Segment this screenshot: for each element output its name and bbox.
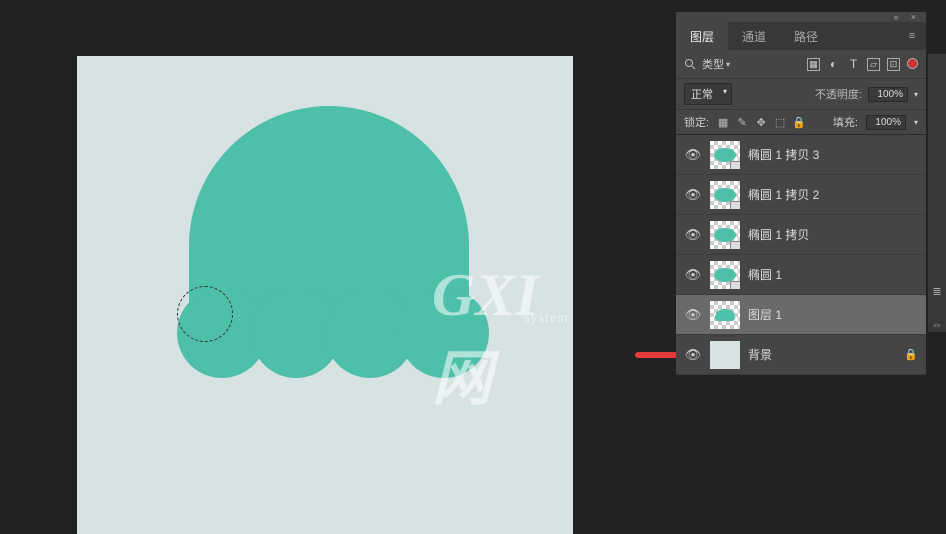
lock-brush-icon[interactable]: ✎ xyxy=(736,116,748,128)
layer-name[interactable]: 背景 xyxy=(748,346,772,363)
search-icon xyxy=(684,58,696,70)
layer-filter-row: 类型 ▾ ▦ ◐ T ▱ ⊡ xyxy=(676,50,926,79)
layer-thumbnail[interactable] xyxy=(710,141,740,169)
filter-color-dot[interactable] xyxy=(907,58,918,69)
dock-icon-1[interactable]: ≣ xyxy=(930,284,944,298)
tab-paths[interactable]: 路径 xyxy=(780,22,832,50)
layer-row[interactable]: 👁 椭圆 1 拷贝 2 xyxy=(676,175,926,215)
layer-name[interactable]: 图层 1 xyxy=(748,306,782,323)
lock-transparency-icon[interactable]: ▦ xyxy=(717,116,729,128)
visibility-toggle[interactable]: 👁 xyxy=(684,147,702,163)
visibility-toggle[interactable]: 👁 xyxy=(684,307,702,323)
visibility-toggle[interactable]: 👁 xyxy=(684,187,702,203)
lock-icons: ▦ ✎ ✥ ⬚ 🔒 xyxy=(717,116,805,128)
lock-row: 锁定: ▦ ✎ ✥ ⬚ 🔒 填充: 100% ▾ xyxy=(676,110,926,135)
panel-collapse-icon[interactable]: « xyxy=(894,12,899,22)
side-dock: ≣ ⇔ xyxy=(928,54,946,332)
blend-mode-dropdown[interactable]: 正常 ▾ xyxy=(684,83,732,105)
dock-icon-2[interactable]: ⇔ xyxy=(930,318,944,332)
filter-type-label: 类型 xyxy=(702,56,724,72)
layer-row[interactable]: 👁 椭圆 1 拷贝 3 xyxy=(676,135,926,175)
watermark-large: GXI网 xyxy=(432,261,573,417)
visibility-toggle[interactable]: 👁 xyxy=(684,227,702,243)
filter-pixel-icon[interactable]: ▦ xyxy=(807,58,820,71)
blend-mode-value: 正常 xyxy=(691,89,713,101)
visibility-toggle[interactable]: 👁 xyxy=(684,347,702,363)
cloud-dome xyxy=(189,106,469,316)
panel-topbar: « × xyxy=(676,12,926,22)
opacity-label: 不透明度: xyxy=(815,86,862,102)
layer-thumbnail[interactable] xyxy=(710,221,740,249)
layer-name[interactable]: 椭圆 1 拷贝 3 xyxy=(748,146,819,163)
chevron-down-icon: ▾ xyxy=(726,60,730,69)
layer-thumbnail[interactable] xyxy=(710,261,740,289)
layer-row[interactable]: 👁 椭圆 1 xyxy=(676,255,926,295)
canvas[interactable]: GXI网 system.com xyxy=(77,56,573,534)
layer-thumbnail[interactable] xyxy=(710,341,740,369)
marquee-selection[interactable] xyxy=(177,286,233,342)
panel-tabs: 图层 通道 路径 ≡ xyxy=(676,22,926,50)
panel-menu-icon[interactable]: ≡ xyxy=(898,22,926,50)
layer-row-selected[interactable]: 👁 图层 1 xyxy=(676,295,926,335)
chevron-down-icon[interactable]: ▾ xyxy=(914,118,918,127)
tab-layers[interactable]: 图层 xyxy=(676,22,728,50)
chevron-down-icon: ▾ xyxy=(723,87,727,96)
blend-row: 正常 ▾ 不透明度: 100% ▾ xyxy=(676,79,926,110)
tab-channels[interactable]: 通道 xyxy=(728,22,780,50)
lock-artboard-icon[interactable]: ⬚ xyxy=(774,116,786,128)
lock-icon: 🔒 xyxy=(904,348,918,361)
layer-row-background[interactable]: 👁 背景 🔒 xyxy=(676,335,926,375)
layer-list: 👁 椭圆 1 拷贝 3 👁 椭圆 1 拷贝 2 👁 椭圆 1 拷贝 👁 椭圆 1… xyxy=(676,135,926,375)
layers-panel: « × 图层 通道 路径 ≡ 类型 ▾ ▦ ◐ T ▱ ⊡ 正常 ▾ 不透明度:… xyxy=(676,12,926,375)
fill-input[interactable]: 100% xyxy=(866,115,906,130)
watermark-small: system.com xyxy=(524,311,573,327)
layer-row[interactable]: 👁 椭圆 1 拷贝 xyxy=(676,215,926,255)
filter-type-dropdown[interactable]: 类型 ▾ xyxy=(702,56,756,72)
layer-name[interactable]: 椭圆 1 拷贝 2 xyxy=(748,186,819,203)
filter-shape-icon[interactable]: ▱ xyxy=(867,58,880,71)
lock-label: 锁定: xyxy=(684,114,709,130)
filter-adjust-icon[interactable]: ◐ xyxy=(827,58,840,71)
filter-smart-icon[interactable]: ⊡ xyxy=(887,58,900,71)
panel-close-icon[interactable]: × xyxy=(911,12,916,22)
chevron-down-icon[interactable]: ▾ xyxy=(914,90,918,99)
lock-all-icon[interactable]: 🔒 xyxy=(793,116,805,128)
opacity-input[interactable]: 100% xyxy=(868,87,908,102)
visibility-toggle[interactable]: 👁 xyxy=(684,267,702,283)
layer-thumbnail[interactable] xyxy=(710,181,740,209)
layer-thumbnail[interactable] xyxy=(710,301,740,329)
lock-move-icon[interactable]: ✥ xyxy=(755,116,767,128)
layer-name[interactable]: 椭圆 1 拷贝 xyxy=(748,226,809,243)
filter-icons: ▦ ◐ T ▱ ⊡ xyxy=(807,58,918,71)
layer-name[interactable]: 椭圆 1 xyxy=(748,266,782,283)
fill-label: 填充: xyxy=(833,114,858,130)
filter-text-icon[interactable]: T xyxy=(847,58,860,71)
